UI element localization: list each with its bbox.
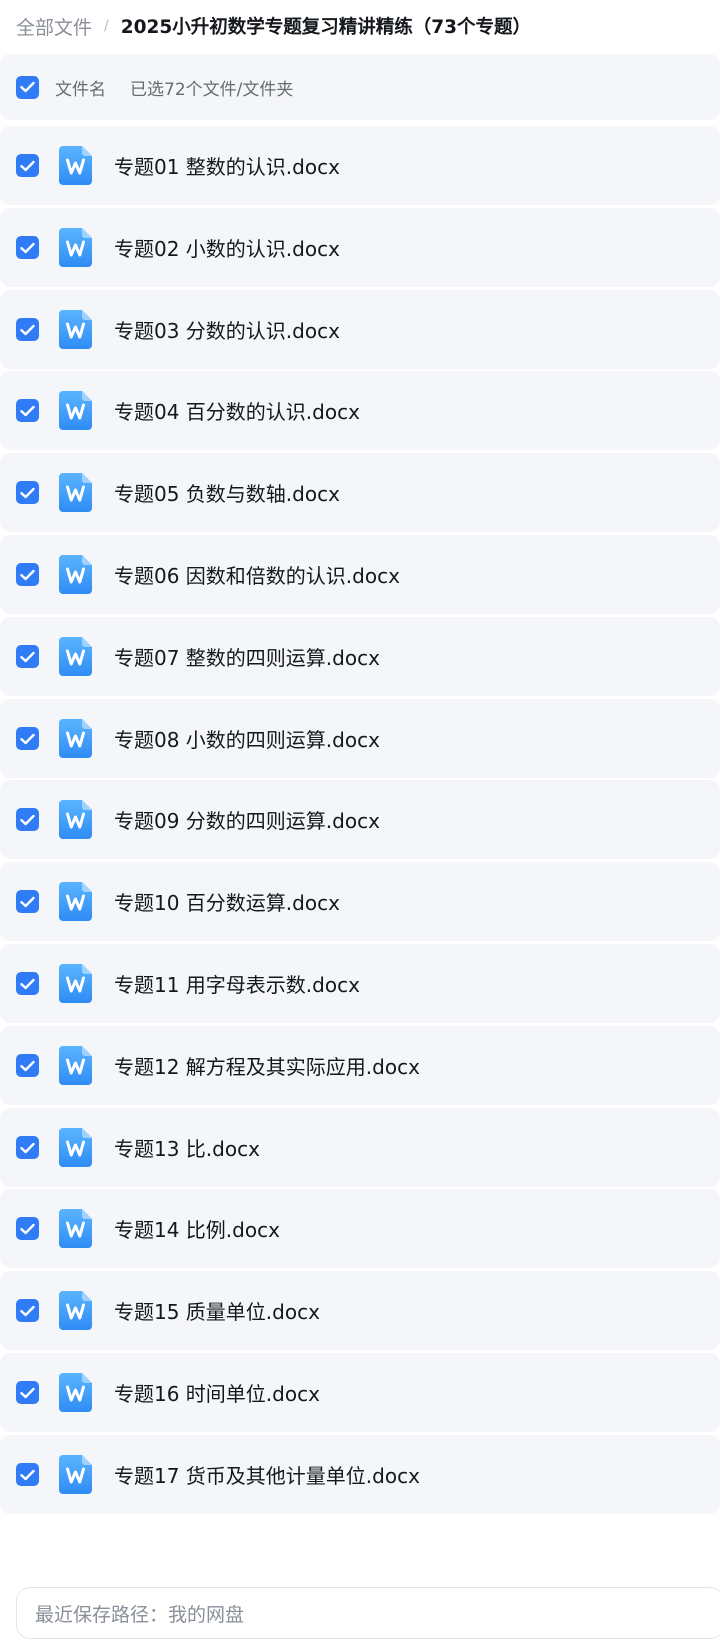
file-row[interactable]: 专题01 整数的认识.docx bbox=[0, 126, 720, 205]
breadcrumb-current-folder: 2025小升初数学专题复习精讲精练（73个专题） bbox=[120, 17, 531, 38]
file-checkbox[interactable] bbox=[16, 1136, 39, 1159]
file-checkbox[interactable] bbox=[16, 1299, 39, 1322]
file-name: 专题07 整数的四则运算.docx bbox=[114, 646, 380, 670]
file-checkbox[interactable] bbox=[16, 1054, 39, 1077]
file-checkbox[interactable] bbox=[16, 563, 39, 586]
checkmark-icon bbox=[20, 1223, 35, 1234]
word-doc-icon bbox=[59, 1291, 92, 1330]
word-doc-icon bbox=[59, 637, 92, 676]
file-name: 专题09 分数的四则运算.docx bbox=[114, 809, 380, 833]
checkmark-icon bbox=[20, 160, 35, 171]
file-row[interactable]: 专题05 负数与数轴.docx bbox=[0, 453, 720, 532]
word-doc-icon bbox=[59, 800, 92, 839]
word-doc-icon bbox=[59, 1128, 92, 1167]
selection-count-text: 已选72个文件/文件夹 bbox=[130, 79, 294, 100]
checkmark-icon bbox=[20, 896, 35, 907]
file-checkbox[interactable] bbox=[16, 1217, 39, 1240]
file-name: 专题11 用字母表示数.docx bbox=[114, 973, 360, 997]
breadcrumb-separator: / bbox=[104, 18, 109, 34]
checkmark-icon bbox=[20, 405, 35, 416]
word-doc-icon bbox=[59, 882, 92, 921]
file-name: 专题14 比例.docx bbox=[114, 1218, 280, 1242]
file-row[interactable]: 专题08 小数的四则运算.docx bbox=[0, 699, 720, 778]
checkmark-icon bbox=[20, 1469, 35, 1480]
file-row[interactable]: 专题04 百分数的认识.docx bbox=[0, 371, 720, 450]
checkmark-icon bbox=[20, 978, 35, 989]
file-checkbox[interactable] bbox=[16, 890, 39, 913]
word-doc-icon bbox=[59, 1209, 92, 1248]
file-row[interactable]: 专题10 百分数运算.docx bbox=[0, 862, 720, 941]
select-all-checkbox[interactable] bbox=[16, 75, 39, 99]
checkmark-icon bbox=[20, 569, 35, 580]
word-doc-icon bbox=[59, 1455, 92, 1494]
word-doc-icon bbox=[59, 555, 92, 594]
checkmark-icon bbox=[20, 1387, 35, 1398]
file-checkbox[interactable] bbox=[16, 808, 39, 831]
checkmark-icon bbox=[20, 1305, 35, 1316]
file-name: 专题13 比.docx bbox=[114, 1137, 260, 1161]
file-row[interactable]: 专题13 比.docx bbox=[0, 1108, 720, 1187]
footer: 最近保存路径：我的网盘 bbox=[0, 1558, 720, 1639]
file-checkbox[interactable] bbox=[16, 399, 39, 422]
file-name: 专题15 质量单位.docx bbox=[114, 1300, 320, 1324]
file-row[interactable]: 专题02 小数的认识.docx bbox=[0, 208, 720, 287]
checkmark-icon bbox=[20, 814, 35, 825]
word-doc-icon bbox=[59, 1373, 92, 1412]
file-row[interactable]: 专题11 用字母表示数.docx bbox=[0, 944, 720, 1023]
file-row[interactable]: 专题16 时间单位.docx bbox=[0, 1353, 720, 1432]
file-name: 专题08 小数的四则运算.docx bbox=[114, 728, 380, 752]
file-name: 专题16 时间单位.docx bbox=[114, 1382, 320, 1406]
save-path-text: 最近保存路径：我的网盘 bbox=[35, 1603, 245, 1626]
checkmark-icon bbox=[20, 487, 35, 498]
file-checkbox[interactable] bbox=[16, 1463, 39, 1486]
checkmark-icon bbox=[20, 324, 35, 335]
file-name: 专题04 百分数的认识.docx bbox=[114, 400, 360, 424]
file-list-header: 文件名 已选72个文件/文件夹 bbox=[0, 54, 720, 120]
checkmark-icon bbox=[20, 1060, 35, 1071]
file-row[interactable]: 专题17 货币及其他计量单位.docx bbox=[0, 1435, 720, 1514]
file-name: 专题05 负数与数轴.docx bbox=[114, 482, 340, 506]
file-row[interactable]: 专题15 质量单位.docx bbox=[0, 1271, 720, 1350]
checkmark-icon bbox=[20, 733, 35, 744]
word-doc-icon bbox=[59, 310, 92, 349]
checkmark-icon bbox=[20, 242, 35, 253]
save-path-field[interactable]: 最近保存路径：我的网盘 bbox=[16, 1587, 720, 1639]
file-name: 专题02 小数的认识.docx bbox=[114, 237, 340, 261]
word-doc-icon bbox=[59, 964, 92, 1003]
file-checkbox[interactable] bbox=[16, 645, 39, 668]
breadcrumb-root-link[interactable]: 全部文件 bbox=[16, 13, 92, 40]
file-checkbox[interactable] bbox=[16, 236, 39, 259]
file-row[interactable]: 专题06 因数和倍数的认识.docx bbox=[0, 535, 720, 614]
file-picker-page: 全部文件 / 2025小升初数学专题复习精讲精练（73个专题） 文件名 已选72… bbox=[0, 0, 720, 1639]
file-row[interactable]: 专题09 分数的四则运算.docx bbox=[0, 780, 720, 859]
file-name: 专题12 解方程及其实际应用.docx bbox=[114, 1055, 420, 1079]
file-row[interactable]: 专题14 比例.docx bbox=[0, 1189, 720, 1268]
breadcrumb: 全部文件 / 2025小升初数学专题复习精讲精练（73个专题） bbox=[0, 0, 720, 52]
file-name: 专题03 分数的认识.docx bbox=[114, 319, 340, 343]
file-row[interactable]: 专题07 整数的四则运算.docx bbox=[0, 617, 720, 696]
file-checkbox[interactable] bbox=[16, 154, 39, 177]
checkmark-icon bbox=[20, 651, 35, 662]
file-name: 专题17 货币及其他计量单位.docx bbox=[114, 1464, 420, 1488]
word-doc-icon bbox=[59, 391, 92, 430]
file-checkbox[interactable] bbox=[16, 972, 39, 995]
file-row[interactable]: 专题03 分数的认识.docx bbox=[0, 290, 720, 369]
file-row[interactable]: 专题12 解方程及其实际应用.docx bbox=[0, 1026, 720, 1105]
file-name: 专题01 整数的认识.docx bbox=[114, 155, 340, 179]
file-name: 专题10 百分数运算.docx bbox=[114, 891, 340, 915]
word-doc-icon bbox=[59, 146, 92, 185]
word-doc-icon bbox=[59, 473, 92, 512]
file-checkbox[interactable] bbox=[16, 318, 39, 341]
word-doc-icon bbox=[59, 1046, 92, 1085]
checkmark-icon bbox=[20, 81, 35, 93]
word-doc-icon bbox=[59, 719, 92, 758]
file-checkbox[interactable] bbox=[16, 1381, 39, 1404]
file-checkbox[interactable] bbox=[16, 727, 39, 750]
checkmark-icon bbox=[20, 1142, 35, 1153]
word-doc-icon bbox=[59, 228, 92, 267]
file-checkbox[interactable] bbox=[16, 481, 39, 504]
filename-column-label: 文件名 bbox=[55, 79, 106, 100]
file-name: 专题06 因数和倍数的认识.docx bbox=[114, 564, 400, 588]
